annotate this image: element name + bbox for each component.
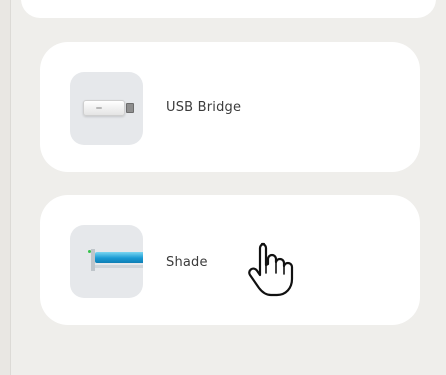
device-list-panel: USB Bridge Shade bbox=[10, 0, 446, 375]
device-thumbnail bbox=[70, 225, 143, 298]
device-card-usb-bridge[interactable]: USB Bridge bbox=[40, 42, 420, 172]
previous-device-card[interactable] bbox=[21, 0, 436, 18]
device-label-usb-bridge: USB Bridge bbox=[166, 100, 242, 115]
device-thumbnail bbox=[70, 72, 143, 145]
pointer-hand-icon bbox=[248, 242, 294, 297]
device-label-shade: Shade bbox=[166, 255, 208, 270]
device-card-shade[interactable]: Shade bbox=[40, 195, 420, 325]
